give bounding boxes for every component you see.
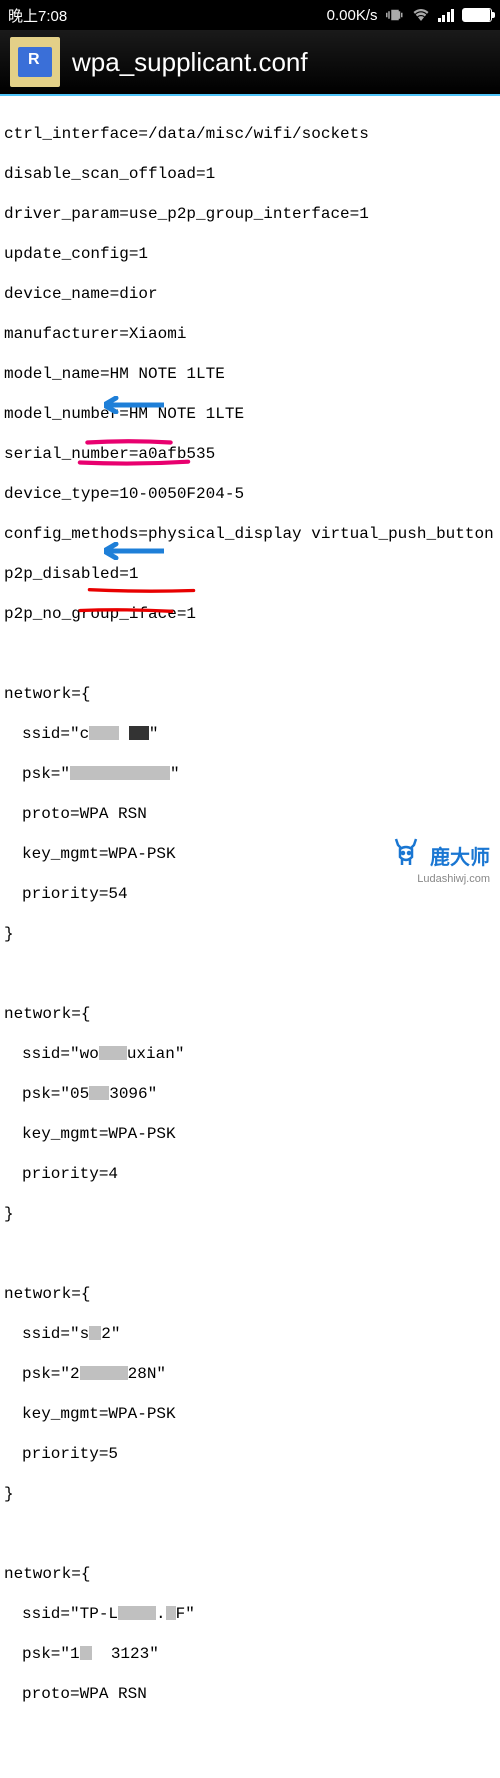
keymgmt-line: key_mgmt=WPA-PSK (4, 1124, 496, 1144)
watermark-url: Ludashiwj.com (417, 873, 490, 885)
network-close: } (4, 1484, 496, 1504)
file-content[interactable]: ctrl_interface=/data/misc/wifi/sockets d… (0, 96, 500, 1778)
net-speed: 0.00K/s (327, 7, 378, 24)
watermark: 鹿大师 Ludashiwj.com (388, 835, 490, 875)
network-close: } (4, 1204, 496, 1224)
priority-line: priority=54 (4, 884, 496, 904)
arrow-annotation-icon (85, 522, 145, 540)
psk-line: psk="1 3123" (4, 1644, 496, 1664)
proto-line: proto=WPA RSN (4, 804, 496, 824)
config-line: config_methods=physical_display virtual_… (4, 524, 496, 544)
config-line: manufacturer=Xiaomi (4, 324, 496, 344)
config-line: ctrl_interface=/data/misc/wifi/sockets (4, 124, 496, 144)
ssid-line: ssid="s2" (4, 1324, 496, 1344)
vibrate-icon (386, 6, 404, 24)
ssid-line: ssid="c " (4, 724, 496, 744)
watermark-text: 鹿大师 (430, 841, 490, 870)
priority-line: priority=5 (4, 1444, 496, 1464)
config-line: disable_scan_offload=1 (4, 164, 496, 184)
arrow-annotation-icon (85, 376, 145, 394)
red-underline-annotation (60, 559, 185, 564)
psk-line: psk="053096" (4, 1084, 496, 1104)
red-underline-annotation (60, 411, 160, 416)
config-line: device_type=10-0050F204-5 (4, 484, 496, 504)
network-open: network={ (4, 1564, 496, 1584)
keymgmt-line: key_mgmt=WPA-PSK (4, 1404, 496, 1424)
file-title: wpa_supplicant.conf (72, 47, 308, 78)
priority-line: priority=4 (4, 1164, 496, 1184)
config-line: model_name=HM NOTE 1LTE (4, 364, 496, 384)
battery-icon (462, 8, 492, 22)
proto-line: proto=WPA RSN (4, 1684, 496, 1704)
network-open: network={ (4, 1284, 496, 1304)
network-close: } (4, 924, 496, 944)
wifi-icon (412, 6, 430, 24)
status-bar: 晚上7:08 0.00K/s (0, 0, 500, 30)
psk-line: psk="" (4, 764, 496, 784)
signal-icon (438, 8, 455, 22)
config-line: update_config=1 (4, 244, 496, 264)
deer-logo-icon (388, 835, 424, 875)
app-header: wpa_supplicant.conf (0, 30, 500, 96)
config-line: device_name=dior (4, 284, 496, 304)
root-explorer-icon[interactable] (10, 37, 60, 87)
network-open: network={ (4, 684, 496, 704)
ssid-line: ssid="wouxian" (4, 1044, 496, 1064)
ssid-line: ssid="TP-L.F" (4, 1604, 496, 1624)
config-line: p2p_no_group_iface=1 (4, 604, 496, 624)
config-line: driver_param=use_p2p_group_interface=1 (4, 204, 496, 224)
red-underline-annotation (52, 579, 162, 584)
red-underline-annotation (50, 431, 180, 436)
psk-line: psk="228N" (4, 1364, 496, 1384)
status-time: 晚上7:08 (8, 5, 67, 26)
network-open: network={ (4, 1004, 496, 1024)
